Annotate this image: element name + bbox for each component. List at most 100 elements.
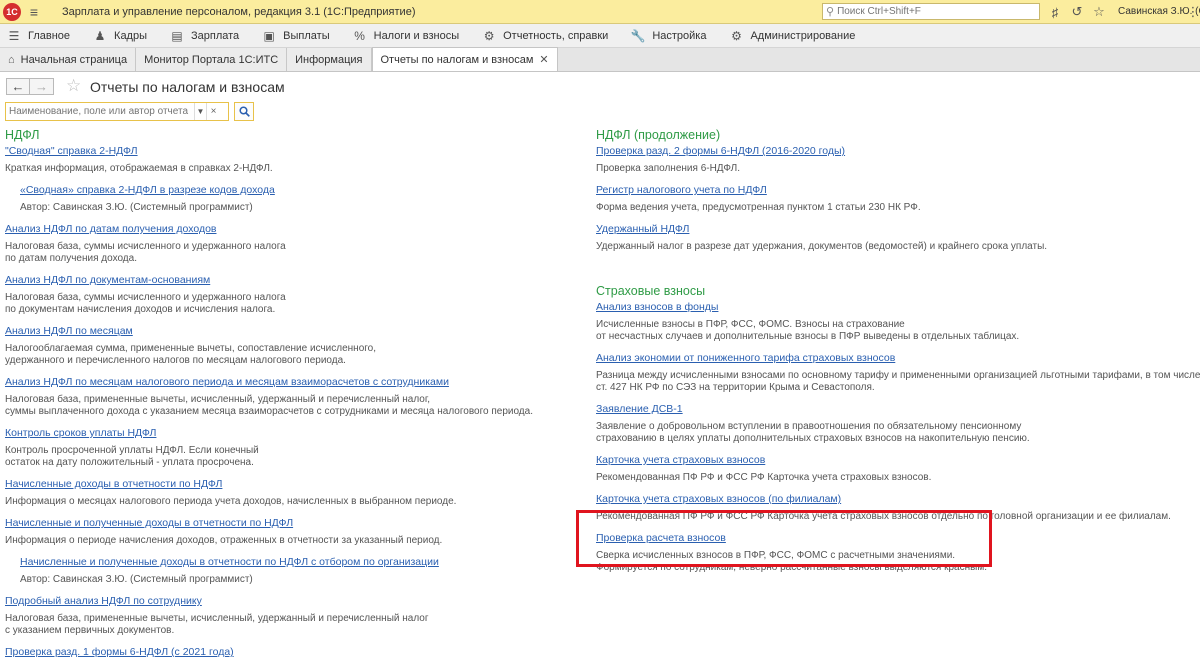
- report-description: Проверка заполнения 6-НДФЛ.: [596, 163, 740, 174]
- close-icon[interactable]: ✕: [539, 53, 548, 66]
- clear-icon[interactable]: ×: [206, 103, 220, 120]
- report-link[interactable]: Подробный анализ НДФЛ по сотруднику: [5, 595, 565, 608]
- report-author: Автор: Савинская З.Ю. (Системный програм…: [20, 574, 253, 585]
- report-link[interactable]: «Сводная» справка 2-НДФЛ в разрезе кодов…: [20, 184, 565, 197]
- report-description: от несчастных случаев и дополнительные в…: [596, 331, 1020, 342]
- report-item: Карточка учета страховых взносов Рекомен…: [596, 454, 1200, 484]
- favorites-star-icon[interactable]: ☆: [1088, 0, 1110, 24]
- report-item: Анализ НДФЛ по месяцам налогового период…: [5, 376, 565, 418]
- report-description: по датам получения дохода.: [5, 253, 137, 264]
- section-payments[interactable]: ▣ Выплаты: [247, 24, 337, 48]
- report-item: Анализ НДФЛ по датам получения доходов Н…: [5, 223, 565, 265]
- report-description: удержанного и перечисленного налогов по …: [5, 355, 346, 366]
- report-item: Анализ взносов в фонды Исчисленные взнос…: [596, 301, 1200, 343]
- global-search[interactable]: ⚲: [822, 3, 1040, 20]
- report-link[interactable]: Начисленные доходы в отчетности по НДФЛ: [5, 478, 565, 491]
- report-search-input[interactable]: [6, 106, 194, 117]
- arrow-right-icon: →: [35, 79, 48, 94]
- section-reports[interactable]: ⚙ Отчетность, справки: [467, 24, 616, 48]
- report-item: Регистр налогового учета по НДФЛ Форма в…: [596, 184, 1200, 214]
- back-button[interactable]: ←: [6, 78, 30, 95]
- report-description: суммы выплаченного дохода с указанием ме…: [5, 406, 533, 417]
- arrow-left-icon: ←: [11, 79, 25, 94]
- report-link[interactable]: Заявление ДСВ-1: [596, 403, 1200, 416]
- report-item: Проверка разд. 1 формы 6-НДФЛ (с 2021 го…: [5, 646, 565, 657]
- history-icon[interactable]: ↺: [1066, 0, 1088, 24]
- report-item: Начисленные и полученные доходы в отчетн…: [5, 556, 565, 586]
- wallet-icon: ▤: [171, 28, 183, 43]
- report-item: Анализ экономии от пониженного тарифа ст…: [596, 352, 1200, 394]
- report-item: Удержанный НДФЛ Удержанный налог в разре…: [596, 223, 1200, 253]
- report-description: Исчисленные взносы в ПФР, ФСС, ФОМС. Взн…: [596, 319, 905, 330]
- report-link[interactable]: Карточка учета страховых взносов (по фил…: [596, 493, 1200, 506]
- report-description: Налоговая база, суммы исчисленного и уде…: [5, 241, 286, 252]
- report-description: Налоговая база, примененные вычеты, исчи…: [5, 613, 429, 624]
- report-link[interactable]: Карточка учета страховых взносов: [596, 454, 1200, 467]
- report-description: по документам начисления доходов и исчис…: [5, 304, 276, 315]
- report-description: ст. 427 НК РФ по СЭЗ на территории Крыма…: [596, 382, 875, 393]
- section-salary[interactable]: ▤ Зарплата: [155, 24, 247, 48]
- report-description: страхованию в целях уплаты дополнительны…: [596, 433, 1030, 444]
- report-link[interactable]: Анализ НДФЛ по датам получения доходов: [5, 223, 565, 236]
- report-description: с указанием первичных документов.: [5, 625, 175, 636]
- report-link[interactable]: Анализ НДФЛ по месяцам: [5, 325, 565, 338]
- find-button[interactable]: [234, 102, 254, 121]
- report-author: Автор: Савинская З.Ю. (Системный програм…: [20, 202, 253, 213]
- group-title-ndfl: НДФЛ: [5, 128, 40, 142]
- cash-icon: ▣: [263, 28, 275, 43]
- report-item: «Сводная» справка 2-НДФЛ в разрезе кодов…: [5, 184, 565, 214]
- report-link[interactable]: Анализ НДФЛ по документам-основаниям: [5, 274, 565, 287]
- report-item: Начисленные доходы в отчетности по НДФЛ …: [5, 478, 565, 508]
- tab-its-monitor[interactable]: Монитор Портала 1С:ИТС: [136, 48, 288, 71]
- report-description: Краткая информация, отображаемая в справ…: [5, 163, 273, 174]
- menu-lines-icon: ☰: [8, 28, 20, 43]
- global-search-input[interactable]: [837, 6, 1028, 17]
- section-taxes[interactable]: % Налоги и взносы: [338, 24, 468, 48]
- report-description: Информация о периоде начисления доходов,…: [5, 535, 443, 546]
- report-search-field[interactable]: ▼ ×: [5, 102, 229, 121]
- report-link[interactable]: Регистр налогового учета по НДФЛ: [596, 184, 1200, 197]
- report-link[interactable]: Удержанный НДФЛ: [596, 223, 1200, 236]
- report-item: Подробный анализ НДФЛ по сотруднику Нало…: [5, 595, 565, 637]
- section-admin[interactable]: ⚙ Администрирование: [714, 24, 863, 48]
- report-description: Рекомендованная ПФ РФ и ФСС РФ Карточка …: [596, 472, 932, 483]
- report-item: "Сводная" справка 2-НДФЛ Краткая информа…: [5, 145, 565, 175]
- section-main[interactable]: ☰ Главное: [0, 24, 78, 48]
- report-description: Налоговая база, примененные вычеты, исчи…: [5, 394, 431, 405]
- section-settings[interactable]: 🔧 Настройка: [616, 24, 714, 48]
- sections-panel: ☰ Главное ♟ Кадры ▤ Зарплата ▣ Выплаты % Нало…: [0, 24, 1200, 48]
- report-link[interactable]: Анализ экономии от пониженного тарифа ст…: [596, 352, 1200, 365]
- report-item: Контроль сроков уплаты НДФЛ Контроль про…: [5, 427, 565, 469]
- report-link[interactable]: Проверка разд. 1 формы 6-НДФЛ (с 2021 го…: [5, 646, 565, 657]
- open-windows-tabs: ⌂ Начальная страница Монитор Портала 1С:И…: [0, 47, 1200, 72]
- highlight-frame: [576, 510, 992, 567]
- report-link[interactable]: Контроль сроков уплаты НДФЛ: [5, 427, 565, 440]
- app-logo[interactable]: 1С: [0, 0, 24, 24]
- report-link[interactable]: "Сводная" справка 2-НДФЛ: [5, 145, 565, 158]
- tab-home[interactable]: ⌂ Начальная страница: [0, 48, 137, 71]
- report-link[interactable]: Анализ взносов в фонды: [596, 301, 1200, 314]
- gears-icon: ⚙: [483, 28, 495, 43]
- report-link[interactable]: Начисленные и полученные доходы в отчетн…: [20, 556, 565, 569]
- tab-tax-reports[interactable]: Отчеты по налогам и взносам ✕: [371, 47, 558, 71]
- favorite-star-icon[interactable]: ☆: [66, 76, 81, 96]
- forward-button[interactable]: →: [30, 78, 54, 95]
- dropdown-arrow-icon[interactable]: ▼: [194, 103, 206, 120]
- report-link[interactable]: Проверка разд. 2 формы 6-НДФЛ (2016-2020…: [596, 145, 1200, 158]
- report-description: Информация о месяцах налогового периода …: [5, 496, 457, 507]
- bell-icon[interactable]: ♯: [1044, 0, 1066, 24]
- section-hr[interactable]: ♟ Кадры: [78, 24, 155, 48]
- report-description: Контроль просроченной уплаты НДФЛ. Если …: [5, 445, 259, 456]
- report-link[interactable]: Начисленные и полученные доходы в отчетн…: [5, 517, 565, 530]
- more-icon[interactable]: ⋮: [1186, 0, 1200, 24]
- tab-info[interactable]: Информация: [287, 48, 372, 71]
- navigation-buttons: ← →: [6, 78, 54, 95]
- main-menu-icon[interactable]: ≡: [24, 0, 44, 24]
- report-item: Заявление ДСВ-1 Заявление о добровольном…: [596, 403, 1200, 445]
- report-description: Заявление о добровольном вступлении в пр…: [596, 421, 1022, 432]
- report-link[interactable]: Анализ НДФЛ по месяцам налогового период…: [5, 376, 565, 389]
- report-item: Проверка разд. 2 формы 6-НДФЛ (2016-2020…: [596, 145, 1200, 175]
- report-item: Начисленные и полученные доходы в отчетн…: [5, 517, 565, 547]
- app-title: Зарплата и управление персоналом, редакц…: [62, 5, 416, 18]
- reports-column-left: НДФЛ "Сводная" справка 2-НДФЛ Краткая ин…: [5, 127, 565, 657]
